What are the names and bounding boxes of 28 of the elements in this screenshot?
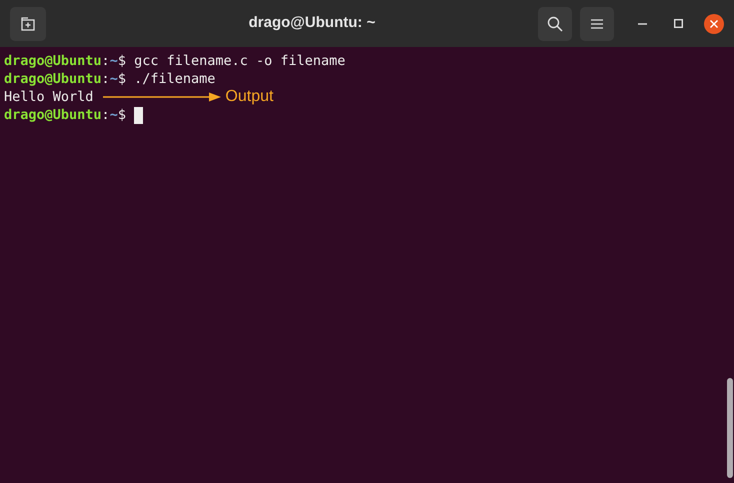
search-button[interactable]: [538, 6, 572, 40]
prompt-user: drago@Ubuntu: [4, 70, 102, 88]
prompt-path: ~: [110, 106, 118, 124]
new-tab-button[interactable]: [10, 6, 46, 40]
prompt-path: ~: [110, 52, 118, 70]
output-text: Hello World: [4, 88, 94, 106]
prompt-symbol: $: [118, 70, 126, 88]
prompt-symbol: $: [118, 106, 126, 124]
prompt-user: drago@Ubuntu: [4, 52, 102, 70]
menu-icon: [591, 18, 603, 28]
menu-button[interactable]: [580, 6, 614, 40]
prompt-separator: :: [102, 52, 110, 70]
window-title: drago@Ubuntu: ~: [248, 13, 376, 34]
prompt-path: ~: [110, 70, 118, 88]
prompt-separator: :: [102, 106, 110, 124]
annotation-label: Output: [225, 88, 274, 106]
prompt-separator: :: [102, 70, 110, 88]
maximize-icon: [674, 19, 682, 28]
close-icon: [710, 20, 718, 28]
minimize-icon: [638, 22, 646, 24]
new-tab-icon: [21, 16, 35, 30]
close-button[interactable]: [704, 14, 724, 34]
command-text: ./filename: [133, 70, 216, 88]
search-icon: [547, 16, 563, 32]
prompt-user: drago@Ubuntu: [4, 106, 102, 124]
command-text: gcc filename.c -o filename: [133, 52, 346, 70]
scrollbar-thumb[interactable]: [727, 378, 733, 478]
prompt-symbol: $: [118, 52, 126, 70]
